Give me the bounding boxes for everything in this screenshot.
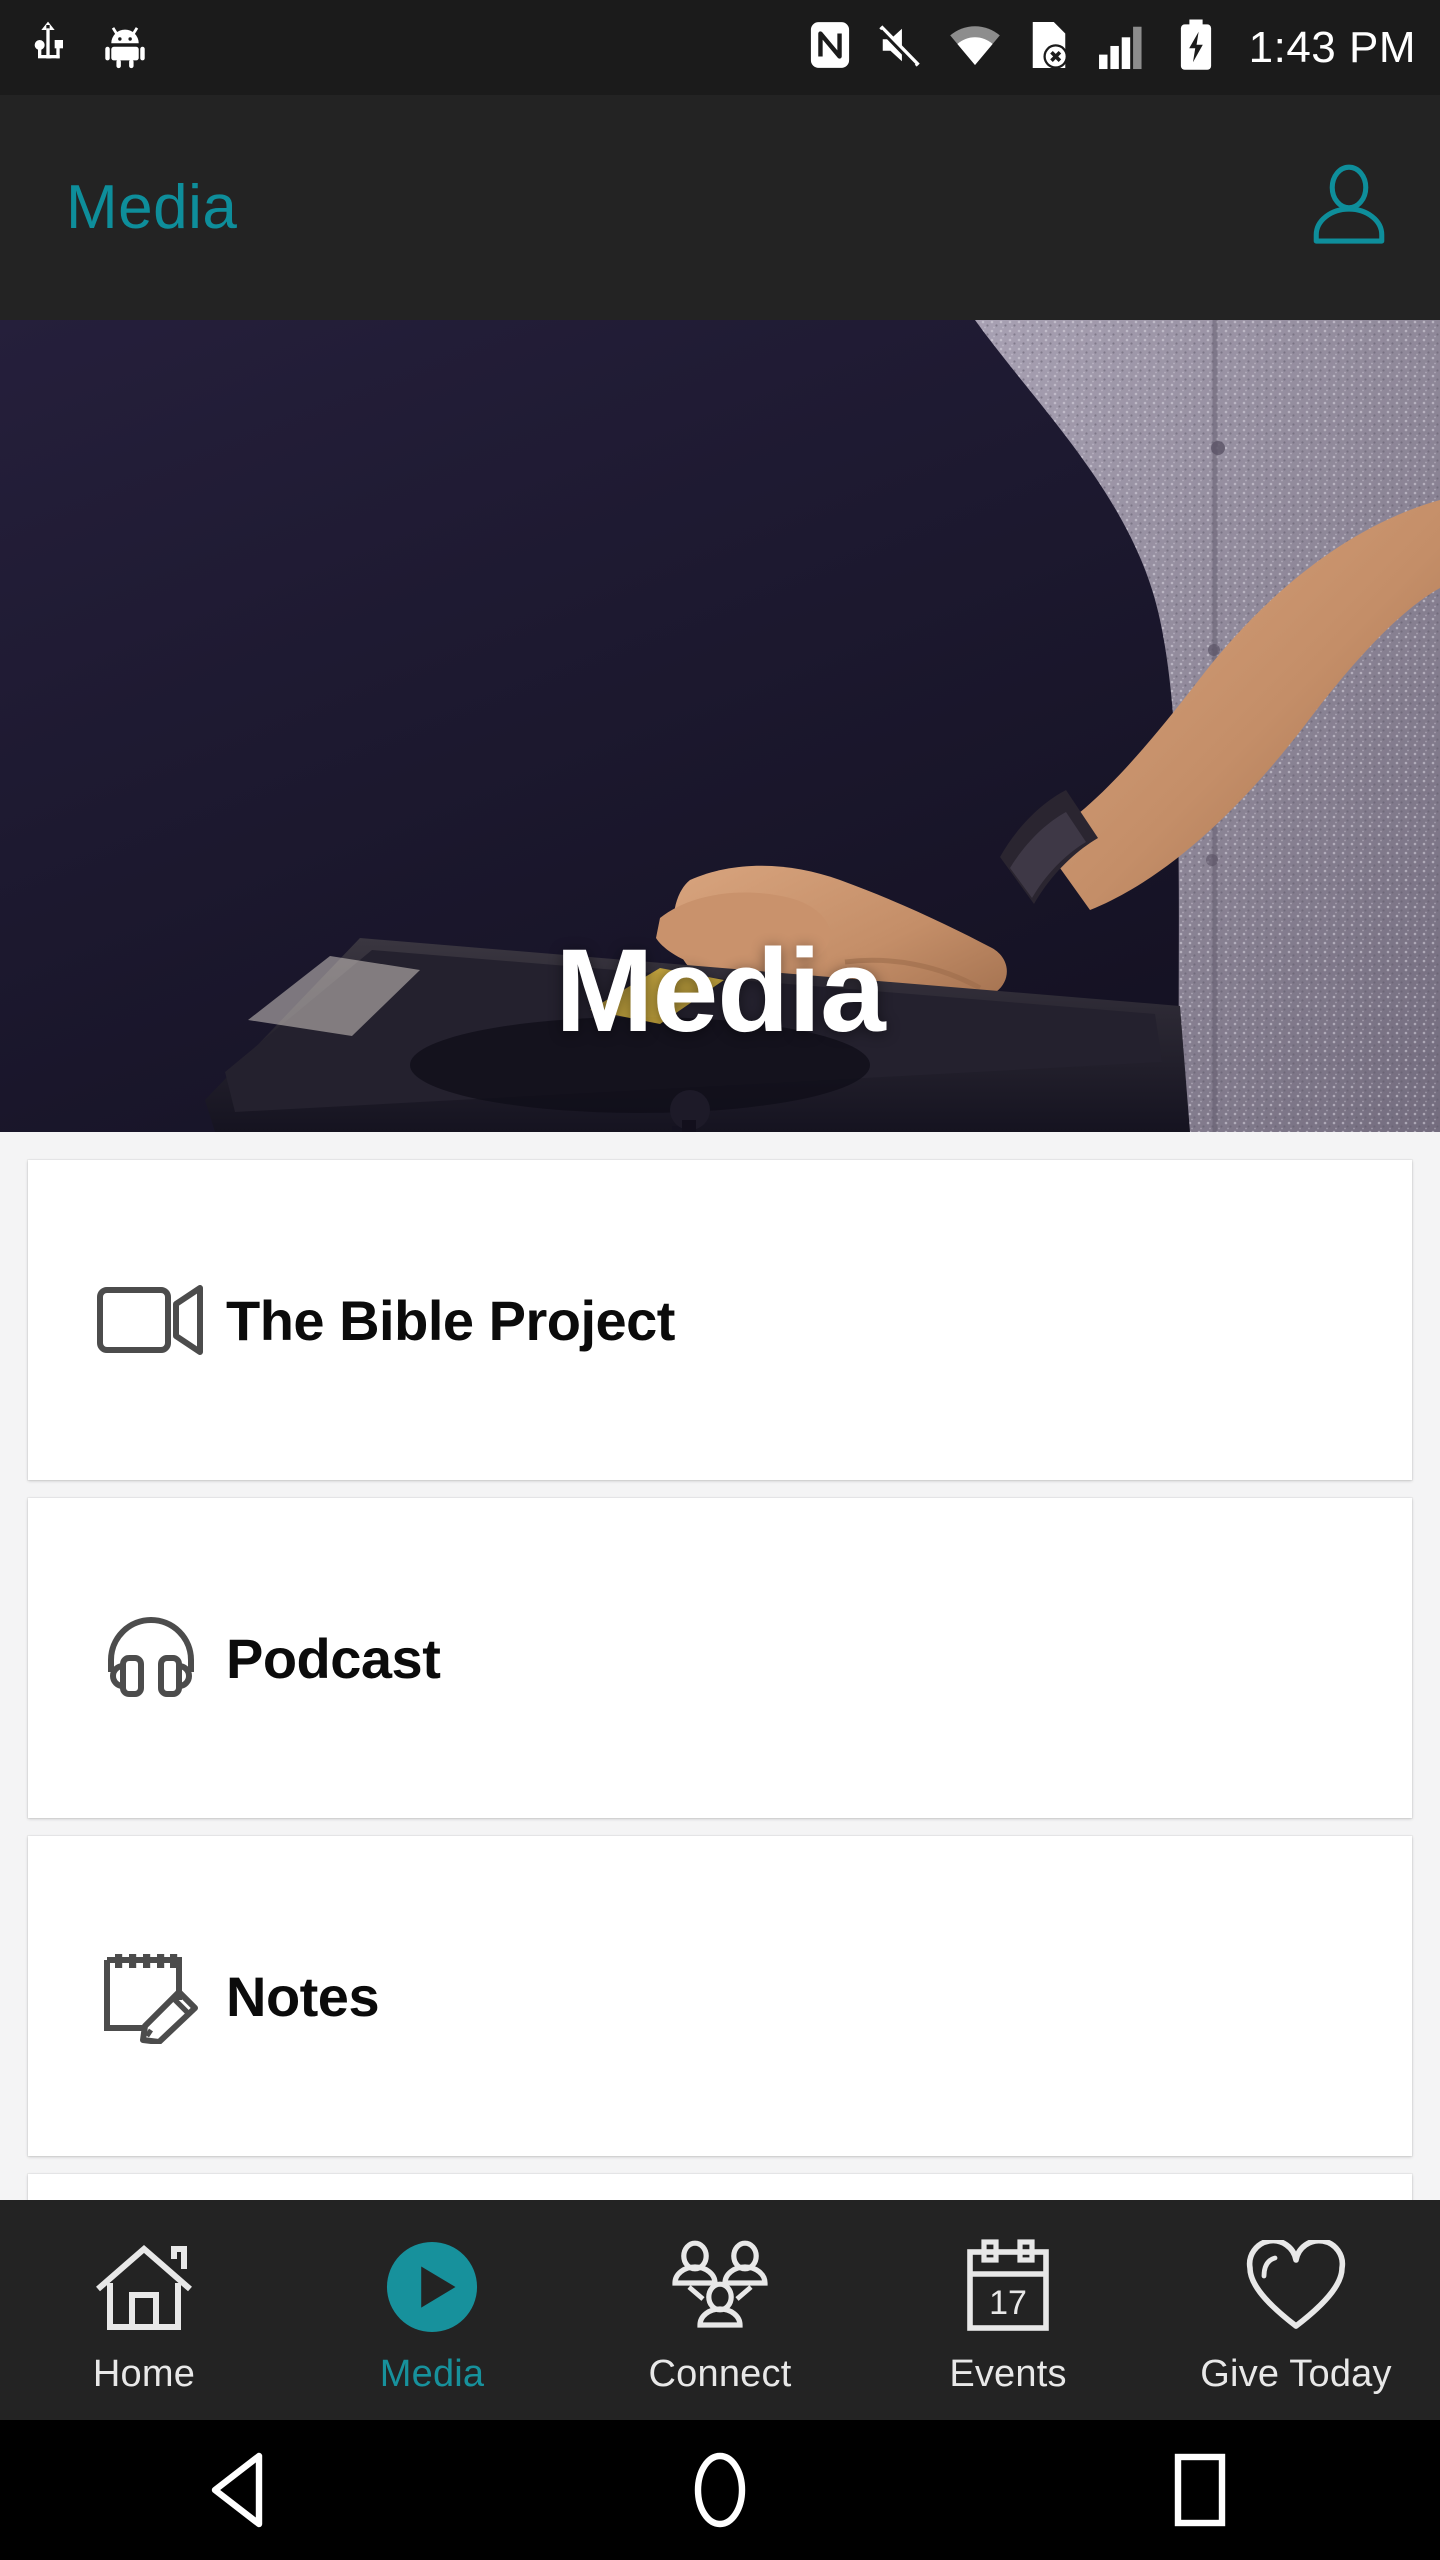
calendar-icon: 17 (960, 2235, 1056, 2339)
app-header: Media (0, 95, 1440, 320)
sim-card-error-icon (1027, 20, 1071, 75)
recents-square-icon[interactable] (1100, 2420, 1300, 2560)
house-icon (92, 2235, 196, 2339)
nfc-icon (809, 20, 851, 75)
phone-screen: 1:43 PM Media Media The Bible Project Po… (0, 0, 1440, 2560)
tab-label: Media (379, 2352, 485, 2395)
back-triangle-icon[interactable] (140, 2420, 340, 2560)
battery-charging-icon (1179, 19, 1213, 76)
list-item[interactable]: The Bible Project (28, 1160, 1412, 1480)
calendar-day: 17 (989, 2284, 1027, 2322)
tab-connect[interactable]: Connect (576, 2200, 864, 2420)
person-icon[interactable] (1310, 162, 1388, 253)
headphones-icon (76, 1616, 226, 1700)
page-title: Media (66, 173, 238, 242)
wifi-icon (949, 21, 1001, 74)
status-bar-right-icons: 1:43 PM (809, 19, 1416, 76)
tab-home[interactable]: Home (0, 2200, 288, 2420)
tab-give-today[interactable]: Give Today (1152, 2200, 1440, 2420)
list-item-label: Notes (226, 1964, 380, 2028)
list-item-label: The Bible Project (226, 1288, 675, 1352)
bottom-tab-bar: Home Media Connect 17 Events Give Today (0, 2200, 1440, 2420)
tab-media[interactable]: Media (288, 2200, 576, 2420)
list-item-label: Podcast (226, 1626, 441, 1690)
volume-mute-icon (877, 20, 923, 75)
tab-events[interactable]: 17 Events (864, 2200, 1152, 2420)
heart-icon (1246, 2235, 1346, 2339)
app-header-actions (1310, 162, 1388, 253)
home-circle-icon[interactable] (620, 2420, 820, 2560)
media-list: The Bible Project Podcast Notes (0, 1132, 1440, 2260)
hero-banner[interactable]: Media (0, 320, 1440, 1132)
status-bar: 1:43 PM (0, 0, 1440, 95)
tab-label: Events (949, 2352, 1067, 2395)
status-bar-left-icons (28, 21, 148, 74)
usb-icon (28, 21, 68, 74)
android-navigation-bar (0, 2420, 1440, 2560)
play-circle-icon (385, 2235, 479, 2339)
tab-label: Give Today (1200, 2352, 1392, 2395)
list-item[interactable]: Notes (28, 1836, 1412, 2156)
android-debug-icon (102, 21, 148, 74)
tab-label: Home (92, 2352, 196, 2395)
cellular-signal-icon (1097, 20, 1153, 75)
tab-label: Connect (648, 2352, 792, 2395)
list-item[interactable]: Podcast (28, 1498, 1412, 1818)
video-camera-icon (76, 1282, 226, 1358)
status-bar-clock: 1:43 PM (1248, 22, 1416, 72)
people-group-icon (667, 2235, 773, 2339)
hero-title: Media (555, 925, 885, 1057)
notepad-pencil-icon (76, 1948, 226, 2044)
